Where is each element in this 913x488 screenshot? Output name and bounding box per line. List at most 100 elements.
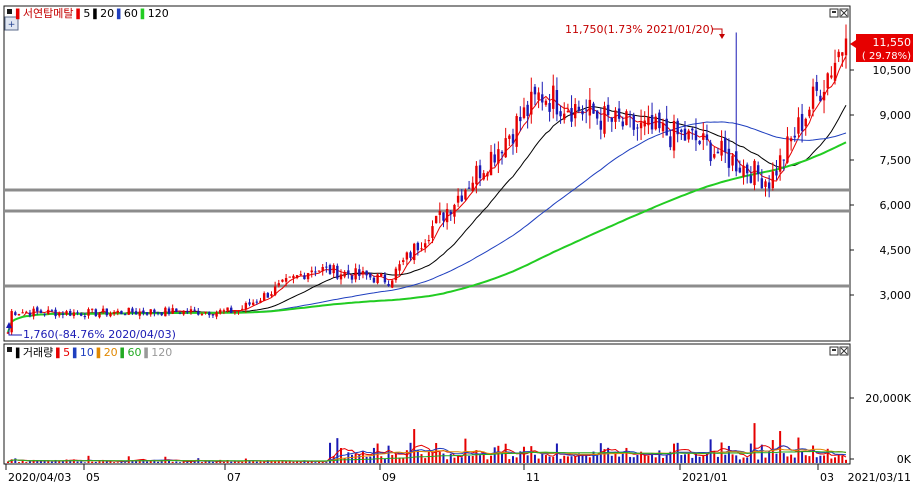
volume-bar: [420, 454, 423, 463]
candle-body: [702, 133, 705, 140]
volume-bar: [442, 453, 445, 463]
candle-body: [43, 313, 46, 315]
volume-bar: [200, 462, 203, 463]
volume-bar: [427, 451, 430, 463]
candle-body: [694, 130, 698, 141]
volume-bar: [460, 457, 463, 463]
volume-bar: [786, 456, 789, 463]
candle-body: [522, 107, 526, 119]
candle-body: [215, 312, 218, 317]
x-tick-label: 2021/03/11: [848, 471, 911, 484]
volume-bar: [354, 453, 357, 463]
volume-bar: [146, 461, 149, 463]
candle-body: [449, 211, 452, 215]
candle-body: [515, 116, 518, 147]
volume-bar: [50, 461, 53, 463]
volume-bar: [76, 461, 79, 463]
high-annotation: 11,750(1.73% 2021/01/20): [565, 23, 714, 36]
candle-body: [39, 310, 43, 313]
candle-body: [639, 122, 643, 129]
candle-body: [365, 270, 368, 276]
volume-bar: [683, 454, 686, 463]
candle-body: [595, 110, 599, 119]
candle-body: [621, 121, 624, 127]
candle-body: [658, 112, 661, 129]
candle-body: [471, 182, 474, 192]
candle-body: [497, 149, 500, 164]
volume-bar: [537, 458, 540, 463]
candle-body: [306, 273, 310, 280]
volume-bar: [804, 455, 807, 463]
volume-bar: [453, 457, 456, 463]
volume-bar: [457, 455, 460, 463]
candle-body: [145, 312, 149, 315]
volume-bar: [501, 453, 504, 463]
candle-body: [182, 310, 185, 315]
candle-body: [211, 314, 215, 316]
candle-body: [731, 155, 734, 166]
candle-body: [222, 310, 226, 312]
y-tick-label: 4,500: [880, 244, 912, 257]
candle-body: [574, 104, 577, 119]
volume-bar: [742, 457, 745, 463]
candle-body: [98, 313, 101, 318]
volume-bar: [757, 459, 760, 463]
candle-body: [592, 103, 595, 114]
candle-body: [478, 165, 482, 179]
candle-body: [226, 307, 229, 311]
volume-bar: [618, 456, 621, 463]
volume-bar: [435, 443, 438, 463]
volume-bar: [127, 456, 130, 463]
candle-body: [69, 310, 72, 316]
candle-body: [105, 308, 109, 316]
volume-bar: [515, 457, 518, 463]
candle-body: [698, 140, 701, 144]
candle-body: [402, 260, 405, 263]
candle-body: [683, 128, 687, 141]
volume-bar: [815, 457, 818, 463]
legend-entry: 10: [80, 346, 94, 359]
candle-body: [464, 190, 467, 200]
volume-bar: [830, 458, 833, 463]
candle-body: [416, 242, 420, 251]
candle-body: [643, 120, 646, 127]
volume-bar: [845, 459, 847, 463]
candle-body: [112, 311, 116, 314]
candle-body: [186, 311, 189, 313]
volume-bar: [511, 456, 514, 463]
candle-body: [841, 52, 844, 56]
candle-body: [581, 110, 584, 115]
y-tick-label: 6,000: [880, 199, 912, 212]
candle-body: [83, 316, 87, 318]
volume-bar: [738, 459, 741, 463]
candle-body: [208, 312, 211, 316]
candle-body: [241, 308, 244, 310]
candle-body: [636, 127, 639, 129]
candle-body: [251, 302, 255, 305]
candle-body: [603, 106, 606, 134]
candle-body: [727, 148, 731, 168]
volume-bar: [724, 454, 727, 463]
candle-body: [427, 240, 431, 242]
candle-body: [577, 106, 581, 111]
candle-body: [347, 270, 350, 275]
candle-body: [387, 283, 390, 286]
volume-bar: [647, 455, 650, 463]
candle-body: [819, 95, 822, 102]
volume-bar: [387, 445, 390, 463]
x-tick-label: 11: [526, 471, 540, 484]
volume-bar: [175, 461, 178, 463]
volume-bar: [113, 462, 116, 463]
candle-body: [475, 165, 478, 185]
svg-text:+: +: [8, 20, 16, 30]
x-tick-label: 09: [382, 471, 396, 484]
volume-bar: [241, 461, 244, 463]
volume-bar: [211, 461, 214, 463]
volume-bar: [43, 461, 46, 463]
volume-bar: [98, 461, 101, 463]
volume-bar: [746, 457, 749, 463]
candle-body: [138, 311, 141, 316]
candle-body: [753, 160, 756, 186]
volume-bar: [438, 452, 441, 463]
candle-body: [793, 135, 796, 138]
